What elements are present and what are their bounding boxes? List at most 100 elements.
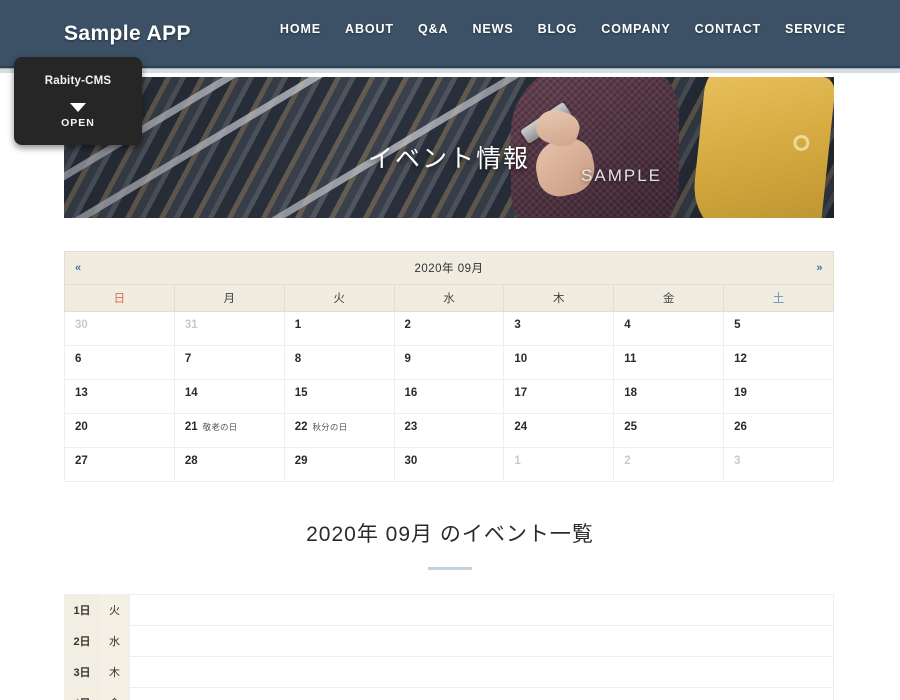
calendar-day-cell[interactable]: 28 bbox=[173, 447, 285, 482]
site-brand[interactable]: Sample APP bbox=[64, 22, 191, 46]
calendar-day-cell[interactable]: 30 bbox=[393, 447, 505, 482]
calendar-day-number: 1 bbox=[514, 455, 521, 467]
calendar-day-cell[interactable]: 7 bbox=[173, 345, 285, 380]
calendar-day-cell[interactable]: 29 bbox=[283, 447, 395, 482]
calendar-day-number: 4 bbox=[624, 319, 631, 331]
calendar-day-number: 3 bbox=[514, 319, 521, 331]
event-day-cell: 3日 bbox=[64, 656, 100, 688]
calendar-day-cell[interactable]: 8 bbox=[283, 345, 395, 380]
calendar-day-cell[interactable]: 2 bbox=[393, 311, 505, 346]
calendar-day-number: 16 bbox=[404, 387, 418, 399]
calendar-weekday-header: 日 月 火 水 木 金 土 bbox=[64, 284, 834, 312]
weekday-tue: 火 bbox=[283, 284, 395, 312]
nav-link-news[interactable]: NEWS bbox=[472, 22, 513, 36]
calendar-day-number: 18 bbox=[624, 387, 638, 399]
calendar-prev-button[interactable]: « bbox=[75, 262, 82, 274]
calendar-day-number: 8 bbox=[294, 353, 302, 365]
calendar-day-number: 24 bbox=[514, 421, 528, 433]
calendar-day-cell[interactable]: 19 bbox=[723, 379, 834, 414]
calendar-day-cell[interactable]: 10 bbox=[503, 345, 615, 380]
calendar-day-cell[interactable]: 1 bbox=[503, 447, 615, 482]
calendar-day-cell[interactable]: 25 bbox=[613, 413, 725, 448]
calendar-day-number: 14 bbox=[184, 387, 198, 399]
calendar-day-cell[interactable]: 5 bbox=[723, 311, 834, 346]
calendar-week-row: 20 21 敬老の日 22 秋分の日 23 24 25 26 bbox=[64, 413, 834, 448]
calendar-day-cell[interactable]: 26 bbox=[723, 413, 834, 448]
calendar-day-cell[interactable]: 6 bbox=[64, 345, 175, 380]
nav-link-home[interactable]: HOME bbox=[280, 22, 321, 36]
event-row[interactable]: 1日火 bbox=[64, 594, 834, 626]
calendar-holiday-label: 敬老の日 bbox=[202, 422, 238, 432]
calendar-nav-row: « 2020年 09月 » bbox=[64, 251, 834, 285]
calendar-next-button[interactable]: » bbox=[816, 262, 823, 274]
calendar-day-number: 9 bbox=[404, 353, 411, 365]
event-row[interactable]: 4日金 bbox=[64, 687, 834, 700]
calendar-day-cell[interactable]: 17 bbox=[503, 379, 615, 414]
events-table: 1日火2日水3日木4日金5日土 bbox=[64, 594, 834, 700]
calendar-day-number: 12 bbox=[734, 353, 747, 365]
calendar-day-cell[interactable]: 13 bbox=[64, 379, 175, 414]
calendar-day-cell[interactable]: 30 bbox=[64, 311, 175, 346]
calendar-week-row: 30 31 1 2 3 4 5 bbox=[64, 311, 834, 346]
calendar-day-cell[interactable]: 2 bbox=[613, 447, 725, 482]
calendar-section: « 2020年 09月 » 日 月 火 水 木 金 土 30 31 1 2 3 4 5 6 7 8… bbox=[0, 251, 900, 482]
events-heading: 2020年 09月 のイベント一覧 bbox=[306, 523, 594, 546]
calendar-body: 30 31 1 2 3 4 5 6 7 8 9 10 11 12 13 14 15 16 17 18 19 20 21 敬老の… bbox=[64, 311, 834, 482]
event-weekday-cell: 木 bbox=[99, 656, 130, 688]
calendar-table: « 2020年 09月 » 日 月 火 水 木 金 土 30 31 1 2 3 4 5 6 7 8… bbox=[64, 251, 834, 482]
calendar-day-cell[interactable]: 3 bbox=[503, 311, 615, 346]
event-content-cell bbox=[129, 656, 834, 688]
calendar-day-number: 6 bbox=[75, 353, 82, 365]
event-row[interactable]: 3日木 bbox=[64, 656, 834, 688]
calendar-day-cell[interactable]: 4 bbox=[613, 311, 725, 346]
calendar-day-cell[interactable]: 15 bbox=[283, 379, 395, 414]
calendar-day-number: 27 bbox=[75, 455, 88, 467]
calendar-day-cell[interactable]: 12 bbox=[723, 345, 834, 380]
event-day-cell: 4日 bbox=[64, 687, 100, 700]
calendar-day-cell[interactable]: 18 bbox=[613, 379, 725, 414]
calendar-day-cell[interactable]: 1 bbox=[283, 311, 395, 346]
calendar-month-cell: « 2020年 09月 » bbox=[64, 251, 834, 285]
cms-open-label: OPEN bbox=[61, 117, 95, 129]
event-weekday-cell: 水 bbox=[99, 625, 130, 657]
calendar-day-number: 5 bbox=[734, 319, 741, 331]
weekday-sat: 土 bbox=[723, 284, 834, 312]
weekday-wed: 水 bbox=[393, 284, 505, 312]
calendar-day-cell[interactable]: 14 bbox=[173, 379, 285, 414]
nav-link-qa[interactable]: Q&A bbox=[418, 22, 448, 36]
calendar-day-cell[interactable]: 24 bbox=[503, 413, 615, 448]
calendar-day-cell[interactable]: 3 bbox=[723, 447, 834, 482]
event-weekday-cell: 金 bbox=[99, 687, 130, 700]
calendar-day-number: 31 bbox=[184, 319, 198, 331]
cms-open-panel[interactable]: Rabity-CMS OPEN bbox=[14, 57, 142, 145]
calendar-day-number: 29 bbox=[294, 455, 308, 467]
nav-link-company[interactable]: COMPANY bbox=[601, 22, 670, 36]
calendar-day-cell[interactable]: 21 敬老の日 bbox=[173, 413, 285, 448]
main-navigation: HOME ABOUT Q&A NEWS BLOG COMPANY CONTACT… bbox=[280, 22, 846, 36]
calendar-day-number: 15 bbox=[294, 387, 308, 399]
calendar-day-cell[interactable]: 20 bbox=[64, 413, 175, 448]
calendar-day-cell[interactable]: 31 bbox=[173, 311, 285, 346]
nav-link-contact[interactable]: CONTACT bbox=[695, 22, 761, 36]
event-row[interactable]: 2日水 bbox=[64, 625, 834, 657]
calendar-day-cell[interactable]: 27 bbox=[64, 447, 175, 482]
calendar-day-number: 7 bbox=[184, 353, 192, 365]
calendar-day-cell[interactable]: 22 秋分の日 bbox=[283, 413, 395, 448]
nav-link-blog[interactable]: BLOG bbox=[538, 22, 578, 36]
nav-link-service[interactable]: SERVICE bbox=[785, 22, 846, 36]
calendar-day-number: 2 bbox=[624, 455, 631, 467]
weekday-sun: 日 bbox=[64, 284, 175, 312]
hero-title: イベント情報 bbox=[367, 145, 530, 173]
calendar-holiday-label: 秋分の日 bbox=[312, 422, 348, 432]
hero-banner: イベント情報 SAMPLE bbox=[64, 77, 834, 218]
calendar-day-cell[interactable]: 11 bbox=[613, 345, 725, 380]
calendar-month-title: 2020年 09月 bbox=[414, 263, 484, 275]
nav-link-about[interactable]: ABOUT bbox=[345, 22, 394, 36]
triangle-down-icon bbox=[70, 103, 86, 112]
calendar-day-cell[interactable]: 23 bbox=[393, 413, 505, 448]
calendar-day-cell[interactable]: 16 bbox=[393, 379, 505, 414]
event-day-cell: 2日 bbox=[64, 625, 100, 657]
calendar-day-number: 2 bbox=[404, 319, 411, 331]
hero-watermark: SAMPLE bbox=[581, 166, 662, 185]
calendar-day-cell[interactable]: 9 bbox=[393, 345, 505, 380]
